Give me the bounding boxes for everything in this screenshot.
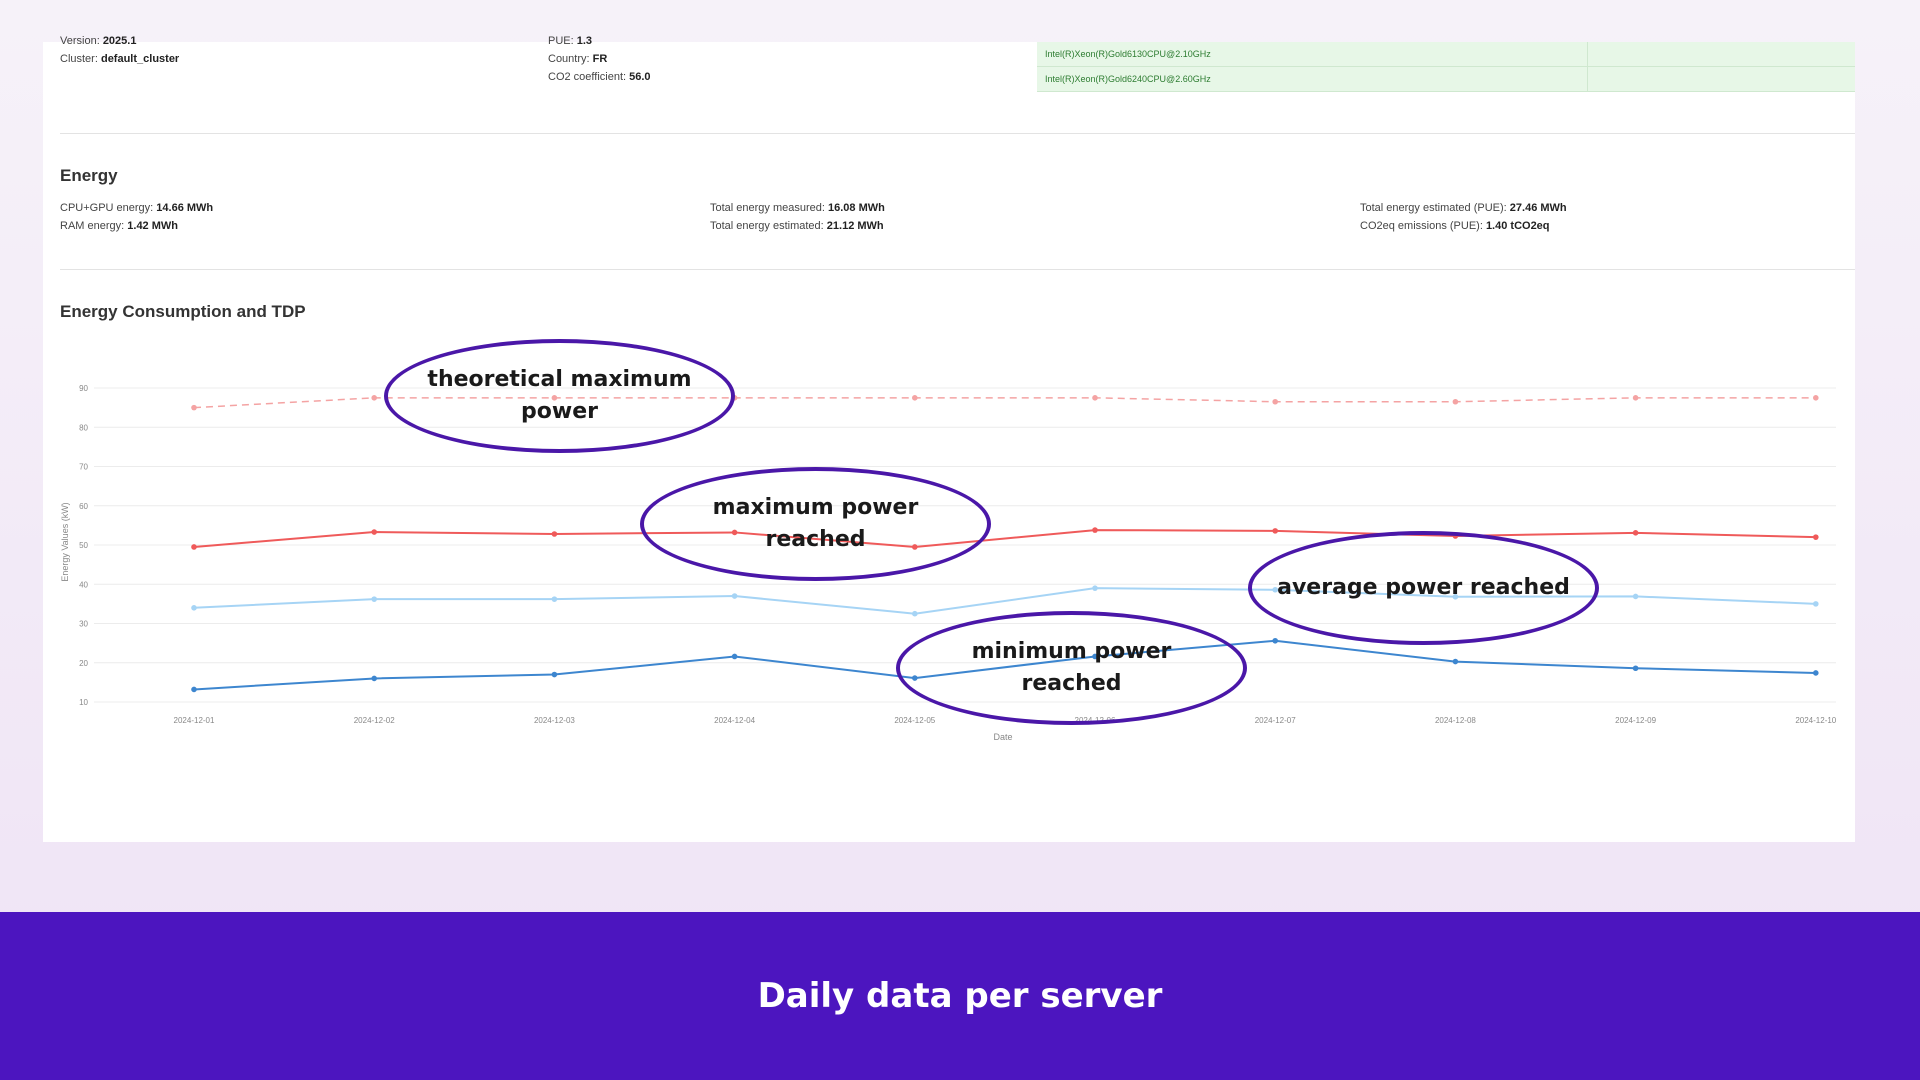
x-tick-label: 2024-12-04 (714, 716, 755, 725)
x-tick-label: 2024-12-03 (534, 716, 575, 725)
series-line-max (193, 529, 1816, 548)
data-point-avg (731, 593, 738, 599)
y-tick-label: 40 (79, 580, 88, 589)
data-point-avg (912, 610, 918, 617)
data-point-min (1452, 658, 1459, 665)
y-tick-label: 80 (79, 423, 88, 432)
max-reached-annotation: maximum power reached (640, 467, 991, 581)
data-point-max (191, 544, 197, 550)
x-tick-label: 2024-12-08 (1435, 716, 1476, 725)
x-tick-label: 2024-12-01 (174, 716, 215, 725)
data-point-min (371, 675, 378, 682)
data-point-min (1272, 637, 1278, 644)
data-point-min (1813, 670, 1819, 676)
data-point-tdp (1092, 395, 1098, 401)
y-tick-label: 70 (79, 463, 88, 472)
data-point-avg (1092, 585, 1098, 591)
data-point-max (1272, 528, 1278, 534)
y-tick-label: 50 (79, 541, 88, 550)
annotation-text: minimum power reached (971, 639, 1172, 696)
annotation-text: theoretical maximum power (427, 367, 692, 424)
x-tick-label: 2024-12-09 (1615, 716, 1656, 725)
y-tick-label: 30 (79, 620, 88, 629)
data-point-max (1092, 527, 1098, 533)
dashboard-panel: Version: 2025.1 Cluster: default_cluster… (43, 35, 1855, 842)
x-tick-label: 2024-12-10 (1795, 716, 1836, 725)
data-point-tdp (371, 395, 378, 401)
data-point-tdp (912, 395, 918, 401)
footer-title: Daily data per server (757, 976, 1163, 1016)
energy-line-chart: 10 20 30 40 50 60 70 80 90 2024-12-01 2024-12-02 20… (60, 384, 1837, 742)
x-tick-label: 2024-12-07 (1255, 716, 1296, 725)
footer-banner: Daily data per server (0, 912, 1920, 1080)
avg-reached-annotation: average power reached (1248, 531, 1599, 645)
y-tick-label: 10 (79, 698, 88, 707)
data-point-tdp (1813, 395, 1819, 401)
data-point-avg (191, 605, 197, 611)
y-tick-label: 60 (79, 502, 88, 511)
data-point-min (1632, 665, 1639, 672)
data-point-tdp (1632, 395, 1639, 401)
data-point-max (371, 529, 378, 535)
data-point-min (191, 686, 197, 693)
min-reached-annotation: minimum power reached (896, 611, 1247, 725)
data-point-max (1813, 534, 1819, 540)
annotation-text: maximum power reached (712, 495, 919, 552)
y-tick-label: 20 (79, 659, 88, 668)
x-tick-label: 2024-12-05 (894, 716, 935, 725)
data-point-tdp (1272, 398, 1278, 405)
theoretical-max-annotation: theoretical maximum power (384, 339, 735, 453)
data-point-tdp (1452, 398, 1459, 405)
data-point-max (1632, 530, 1639, 536)
data-point-min (731, 653, 738, 660)
data-point-tdp (191, 404, 197, 411)
data-point-avg (1813, 601, 1819, 607)
data-point-avg (551, 596, 558, 602)
data-point-min (551, 671, 558, 678)
x-tick-label: 2024-12-02 (354, 716, 395, 725)
data-point-avg (1632, 593, 1639, 600)
x-axis-label: Date (993, 732, 1012, 742)
annotation-text: average power reached (1277, 575, 1570, 601)
data-point-avg (371, 596, 378, 602)
y-axis-label: Energy Values (kW) (60, 502, 70, 581)
y-tick-label: 90 (79, 384, 88, 393)
data-point-max (551, 531, 558, 537)
